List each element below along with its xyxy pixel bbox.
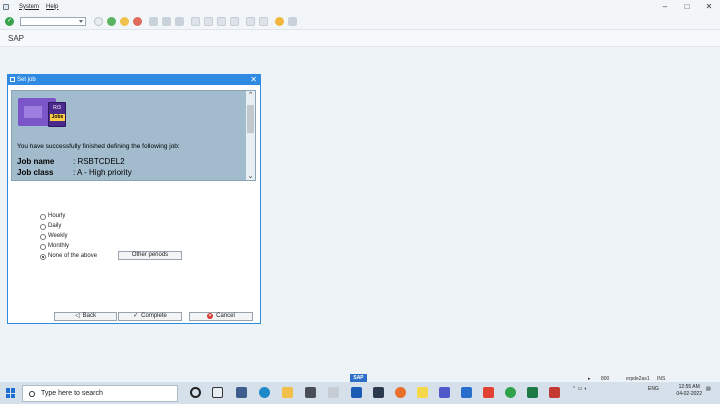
double-left-icon[interactable] (94, 16, 103, 26)
taskbar-app2-icon[interactable] (328, 387, 339, 398)
set-job-dialog: Set job ✕ R/3 Jobs You have successfully… (7, 74, 261, 324)
job-name-row: Job name : RSBTCDEL2 (17, 157, 125, 166)
search-icon (29, 390, 35, 397)
outlook-icon[interactable] (461, 387, 472, 398)
cancel-x-icon: ✕ (207, 313, 214, 319)
scroll-up-icon[interactable]: ⌃ (246, 91, 255, 99)
teams-icon[interactable] (439, 387, 450, 398)
maximize-icon[interactable]: □ (676, 0, 698, 13)
complete-button[interactable]: ✓ Complete (118, 312, 182, 321)
first-page-icon[interactable] (191, 16, 200, 26)
sticky-notes-icon[interactable] (417, 387, 428, 398)
jobs-graphic: R/3 Jobs (18, 98, 70, 128)
enter-icon[interactable]: ✓ (5, 16, 14, 26)
command-field[interactable] (20, 16, 86, 26)
back-arrow-icon: ◁ (75, 313, 80, 319)
job-name-value: : RSBTCDEL2 (73, 157, 125, 166)
radio-hourly[interactable]: Hourly (40, 212, 120, 221)
file-explorer-icon[interactable] (282, 387, 293, 398)
standard-toolbar: ✓ (0, 13, 720, 30)
firefox-icon[interactable] (395, 387, 406, 398)
success-message: You have successfully finished defining … (17, 143, 180, 150)
sap-taskbar-icon[interactable] (351, 387, 362, 398)
job-name-label: Job name (17, 157, 55, 166)
tray-icons[interactable]: ⌃ ▭ ◖ (572, 386, 587, 392)
scroll-down-icon[interactable]: ⌄ (246, 172, 255, 180)
clock-time: 12:55 AM (678, 384, 700, 390)
radio-none-of-the-above[interactable]: None of the above (40, 252, 120, 261)
taskbar-app3-icon[interactable] (373, 387, 384, 398)
screen-title-bar: SAP (0, 30, 720, 47)
back-icon[interactable] (107, 16, 116, 26)
last-page-icon[interactable] (230, 16, 239, 26)
print-icon[interactable] (149, 16, 158, 26)
taskbar-app5-icon[interactable] (549, 387, 560, 398)
cancel-button[interactable]: ✕ Cancel (189, 312, 253, 321)
search-placeholder: Type here to search (41, 390, 103, 397)
exit-icon[interactable] (120, 16, 129, 26)
radio-weekly[interactable]: Weekly (40, 232, 120, 241)
menu-help[interactable]: Help (46, 4, 58, 10)
shortcut-icon[interactable] (259, 16, 268, 26)
sap-logo: SAP (350, 374, 367, 382)
dialog-window-icon (10, 77, 15, 82)
radio-daily[interactable]: Daily (40, 222, 120, 231)
back-button[interactable]: ◁ Back (54, 312, 117, 321)
graphic-r3-label: R/3 (53, 105, 61, 111)
find-icon[interactable] (162, 16, 171, 26)
edge-icon[interactable] (259, 387, 270, 398)
previous-page-icon[interactable] (204, 16, 213, 26)
store-icon[interactable] (305, 387, 316, 398)
taskbar-app-icon[interactable] (236, 387, 247, 398)
job-class-label: Job class (17, 168, 54, 177)
window-controls: – □ ✕ (654, 0, 720, 13)
other-periods-button[interactable]: Other periods (118, 251, 182, 260)
windows-start-icon[interactable] (6, 388, 16, 398)
graphic-jobs-label: Jobs (50, 114, 65, 121)
cortana-icon[interactable] (190, 387, 201, 398)
notifications-icon[interactable]: ▤ (706, 386, 711, 392)
panel-scrollbar[interactable]: ⌃ ⌄ (246, 91, 255, 180)
minimize-icon[interactable]: – (654, 0, 676, 13)
next-page-icon[interactable] (217, 16, 226, 26)
taskbar-app4-icon[interactable] (483, 387, 494, 398)
checkmark-icon: ✓ (133, 313, 139, 319)
menu-system[interactable]: System (19, 4, 39, 10)
help-icon[interactable] (275, 16, 284, 26)
close-icon[interactable]: ✕ (698, 0, 720, 13)
language-indicator[interactable]: ENG (648, 386, 659, 392)
cancel-icon[interactable] (133, 16, 142, 26)
job-class-value: : A - High priority (73, 168, 132, 177)
customize-layout-icon[interactable] (288, 16, 297, 26)
menu-bar: System Help – □ ✕ (0, 0, 720, 13)
chrome-icon[interactable] (505, 387, 516, 398)
dialog-title-bar[interactable]: Set job ✕ (8, 75, 260, 85)
taskbar-clock[interactable]: 12:55 AM 04-02-2022 (676, 384, 702, 398)
sap-window-icon[interactable] (3, 3, 9, 10)
clock-date: 04-02-2022 (676, 391, 702, 397)
job-summary-panel: R/3 Jobs You have successfully finished … (11, 90, 256, 181)
job-class-row: Job class : A - High priority (17, 168, 132, 177)
excel-icon[interactable] (527, 387, 538, 398)
radio-monthly[interactable]: Monthly (40, 242, 120, 251)
find-next-icon[interactable] (175, 16, 184, 26)
dialog-title: Set job (17, 77, 36, 83)
task-view-icon[interactable] (212, 387, 223, 398)
taskbar-search[interactable]: Type here to search (22, 385, 178, 402)
new-session-icon[interactable] (246, 16, 255, 26)
screen-title: SAP (8, 34, 25, 43)
dialog-close-icon[interactable]: ✕ (250, 75, 257, 85)
scroll-thumb[interactable] (247, 105, 254, 133)
